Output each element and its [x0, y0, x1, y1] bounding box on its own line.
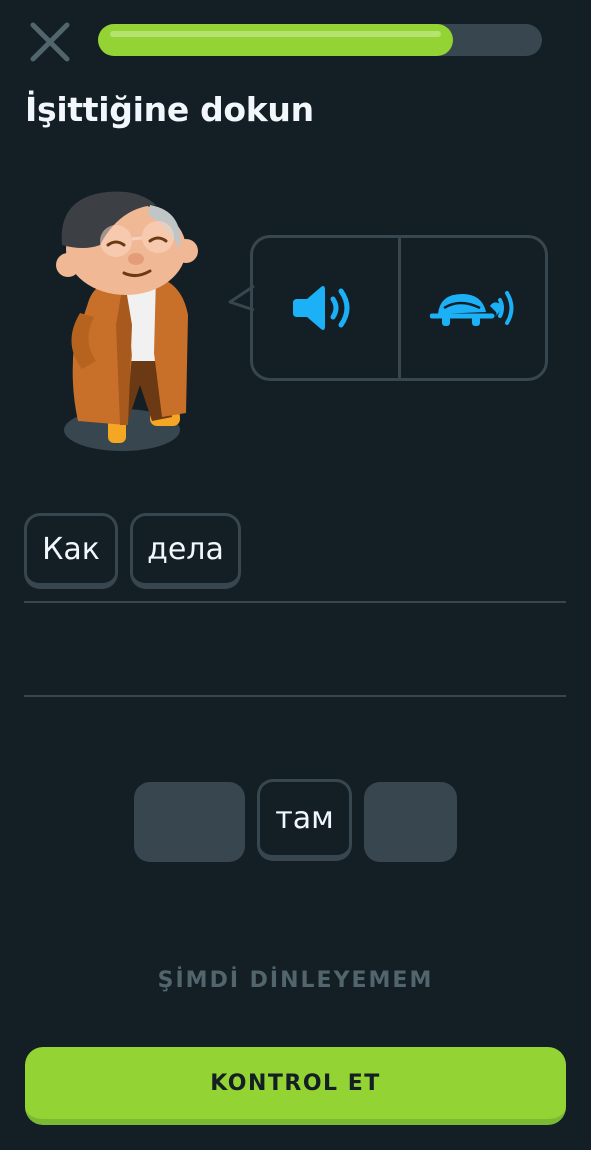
character-illustration: [50, 185, 210, 460]
audio-bubble: [250, 235, 548, 381]
progress-fill: [98, 24, 454, 56]
speaker-icon: [293, 286, 350, 330]
cant-listen-button[interactable]: ŞİMDİ DİNLEYEMEM: [0, 968, 591, 993]
turtle-speaker-icon: [429, 291, 514, 326]
word-bank-tile[interactable]: там: [257, 779, 352, 861]
check-button[interactable]: KONTROL ET: [25, 1047, 566, 1125]
play-slow-audio-button[interactable]: [401, 238, 546, 378]
close-button[interactable]: [28, 20, 72, 64]
answer-tile[interactable]: Как: [24, 513, 118, 589]
progress-shine: [110, 31, 442, 37]
answer-tile[interactable]: дела: [130, 513, 241, 589]
progress-bar: [98, 24, 542, 56]
answer-line-1: [24, 601, 566, 603]
exercise-title: İşittiğine dokun: [25, 90, 314, 129]
play-audio-button[interactable]: [253, 238, 398, 378]
word-bank-slot-empty: [134, 782, 245, 862]
word-bank-slot-empty: [364, 782, 457, 862]
answer-line-2: [24, 695, 566, 697]
close-icon: [30, 22, 70, 62]
